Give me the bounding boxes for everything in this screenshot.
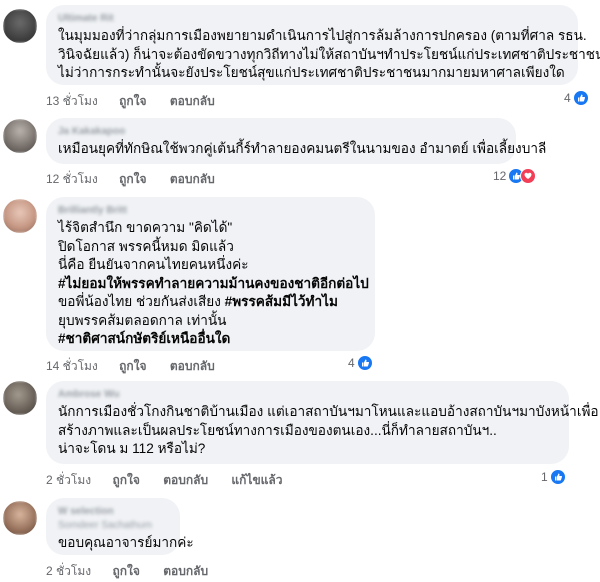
avatar[interactable] xyxy=(3,119,37,153)
love-reaction-icon xyxy=(520,168,537,184)
avatar[interactable] xyxy=(3,9,37,43)
comment-actions: 12 ชั่วโมง ถูกใจ ตอบกลับ xyxy=(46,170,235,189)
reply-button[interactable]: ตอบกลับ xyxy=(170,359,215,373)
like-button[interactable]: ถูกใจ xyxy=(112,473,139,487)
comment-text: ขอบคุณอาจารย์มากค่ะ xyxy=(58,535,194,550)
like-reaction-icon xyxy=(356,355,373,371)
author-name[interactable]: Ja Kakakapoo xyxy=(58,126,504,138)
timestamp[interactable]: 13 ชั่วโมง xyxy=(46,94,98,108)
comment-text: สร้างภาพและเป็นผลประโยชน์ทางการเมืองของต… xyxy=(58,422,497,438)
comment-text: ขอพี่น้องไทย ช่วยกันส่งเสียง #พรรคส้มมีไ… xyxy=(58,293,363,312)
comment-text: ในมุมมองที่ว่ากลุ่มการเมืองพยายามดำเนินก… xyxy=(58,28,587,43)
avatar[interactable] xyxy=(3,199,37,233)
comment-text: นักการเมืองชั่วโกงกินชาติบ้านเมือง แต่เอ… xyxy=(58,404,599,419)
hashtag-link[interactable]: #ไม่ยอมให้พรรคทำลายความม้านคงของชาติอีกต… xyxy=(58,275,369,294)
reaction-count: 1 xyxy=(541,470,548,484)
reply-button[interactable]: ตอบกลับ xyxy=(163,564,208,578)
comment-text: นี่คือ ยืนยันจากคนไทยคนหนึ่งค่ะ xyxy=(58,257,249,272)
author-subtitle: Somdeer Sachathum xyxy=(58,520,152,531)
reply-button[interactable]: ตอบกลับ xyxy=(170,94,215,108)
comment-bubble: W selection Somdeer Sachathum ขอบคุณอาจา… xyxy=(46,498,194,555)
comment-text-segment: ขอพี่น้องไทย ช่วยกันส่งเสียง xyxy=(58,294,225,309)
reaction-summary[interactable]: 1 xyxy=(541,469,566,485)
like-button[interactable]: ถูกใจ xyxy=(119,172,146,186)
reply-button[interactable]: ตอบกลับ xyxy=(163,473,208,487)
reaction-count: 12 xyxy=(493,169,507,183)
timestamp[interactable]: 12 ชั่วโมง xyxy=(46,172,98,186)
author-name[interactable]: W selection xyxy=(58,506,168,518)
reaction-summary[interactable]: 4 xyxy=(348,355,373,371)
comment-text: ยุบพรรคส้มตลอดกาล เท่านั้น xyxy=(58,312,227,328)
reply-button[interactable]: ตอบกลับ xyxy=(170,172,215,186)
reaction-count: 4 xyxy=(564,91,571,105)
comment-bubble: Ja Kakakapoo เหมือนยุคที่ทักษิณใช้พวกคู่… xyxy=(46,118,547,164)
like-button[interactable]: ถูกใจ xyxy=(119,94,146,108)
comment-text: น่าจะโดน ม 112 หรือไม่? xyxy=(58,441,206,456)
author-name[interactable]: Brilliantly Britt xyxy=(58,205,363,217)
comment-bubble: Ambrose Wu นักการเมืองชั่วโกงกินชาติบ้าน… xyxy=(46,381,599,464)
like-button[interactable]: ถูกใจ xyxy=(119,359,146,373)
comment-text: ไม่ว่าการกระทำนั้นจะยังประโยชน์สุขแก่ประ… xyxy=(58,65,565,80)
comment-text: วินิจฉัยแล้ว) ก็น่าจะต้องขัดขวางทุกวิถีท… xyxy=(58,46,600,62)
edited-label[interactable]: แก้ไขแล้ว xyxy=(231,473,282,487)
comment-actions: 2 ชั่วโมง ถูกใจ ตอบกลับ แก้ไขแล้ว xyxy=(46,471,303,490)
comment-actions: 14 ชั่วโมง ถูกใจ ตอบกลับ xyxy=(46,357,235,376)
like-reaction-icon xyxy=(549,469,566,485)
timestamp[interactable]: 2 ชั่วโมง xyxy=(46,564,91,578)
like-button[interactable]: ถูกใจ xyxy=(112,564,139,578)
comment-bubble: Brilliantly Britt ไร้จิตสำนึก ขาดความ "ค… xyxy=(46,197,375,351)
author-name[interactable]: Ambrose Wu xyxy=(58,389,557,401)
reaction-summary[interactable]: 4 xyxy=(564,90,589,106)
comment-bubble: Ultimate Rit ในมุมมองที่ว่ากลุ่มการเมือง… xyxy=(46,5,600,85)
hashtag-link[interactable]: #พรรคส้มมีไว้ทำไม xyxy=(225,294,338,309)
comment-actions: 2 ชั่วโมง ถูกใจ ตอบกลับ xyxy=(46,562,228,581)
author-name[interactable]: Ultimate Rit xyxy=(58,13,566,25)
avatar[interactable] xyxy=(3,381,37,415)
comment-text: เหมือนยุคที่ทักษิณใช้พวกคู่เต้นกี้ร์ทำลา… xyxy=(58,141,547,156)
reaction-summary[interactable]: 12 xyxy=(493,168,537,184)
like-reaction-icon xyxy=(572,90,589,106)
reaction-count: 4 xyxy=(348,356,355,370)
comment-text: ปิดโอกาส พรรคนี้หมด มิดแล้ว xyxy=(58,238,234,254)
timestamp[interactable]: 14 ชั่วโมง xyxy=(46,359,98,373)
hashtag-link[interactable]: #ชาติศาสน์กษัตริย์เหนืออื่นใด xyxy=(58,330,363,349)
comment-text: ไร้จิตสำนึก ขาดความ "คิดได้" xyxy=(58,220,233,235)
timestamp[interactable]: 2 ชั่วโมง xyxy=(46,473,91,487)
avatar[interactable] xyxy=(3,501,37,535)
comment-actions: 13 ชั่วโมง ถูกใจ ตอบกลับ xyxy=(46,92,235,111)
